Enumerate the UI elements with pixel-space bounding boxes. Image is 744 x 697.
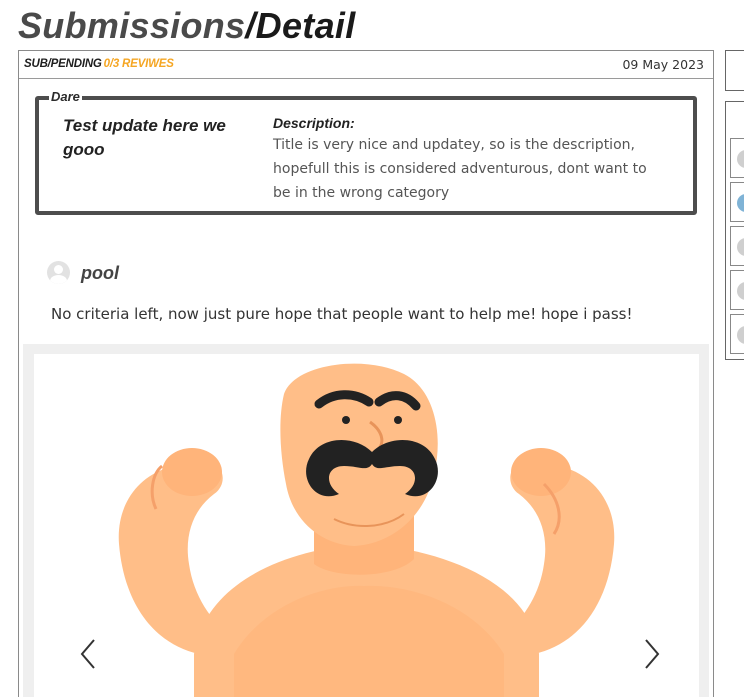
- reviewer-avatar: [737, 238, 744, 256]
- avatar[interactable]: [47, 261, 70, 284]
- reviewer-list: [725, 101, 744, 360]
- reviewer-avatar: [737, 326, 744, 344]
- submission-card: SUB/PENDING 0/3 REVIWES 09 May 2023 Dare …: [18, 50, 714, 697]
- breadcrumb-submissions[interactable]: Submissions: [18, 5, 245, 46]
- chevron-left-icon: [80, 639, 95, 669]
- reviewer-item[interactable]: [730, 314, 744, 354]
- submission-date: 09 May 2023: [622, 57, 704, 72]
- reviewer-item[interactable]: [730, 270, 744, 310]
- page-title: Submissions/Detail: [18, 4, 356, 48]
- author-name[interactable]: pool: [81, 261, 119, 285]
- status-badge: SUB/PENDING 0/3 REVIWES: [24, 58, 174, 70]
- status-text: SUB/PENDING: [24, 58, 102, 70]
- chevron-right-icon: [645, 639, 660, 669]
- reviewer-item[interactable]: [730, 182, 744, 222]
- reviewer-item[interactable]: [730, 138, 744, 178]
- submission-image[interactable]: [34, 354, 699, 697]
- dare-legend: Dare: [49, 89, 82, 105]
- breadcrumb-separator: /: [245, 5, 256, 46]
- dare-box: Dare Test update here we gooo Descriptio…: [35, 89, 697, 215]
- side-panel-header: [725, 50, 744, 91]
- dare-title: Test update here we gooo: [63, 116, 226, 159]
- reviewer-item[interactable]: [730, 226, 744, 266]
- reviewer-avatar: [737, 282, 744, 300]
- carousel-next-button[interactable]: [638, 636, 666, 672]
- reviewer-avatar: [737, 194, 744, 212]
- carousel-prev-button[interactable]: [74, 636, 102, 672]
- card-header: SUB/PENDING 0/3 REVIWES 09 May 2023: [19, 51, 713, 79]
- avatar-head: [54, 265, 63, 274]
- review-count: 0/3 REVIWES: [103, 58, 174, 70]
- description-label: Description:: [273, 115, 355, 131]
- reviewer-avatar: [737, 150, 744, 168]
- avatar-shoulders: [50, 275, 67, 284]
- breadcrumb-detail: Detail: [255, 5, 356, 46]
- submission-comment: No criteria left, now just pure hope tha…: [51, 305, 633, 323]
- description-text: Title is very nice and updatey, so is th…: [273, 137, 647, 201]
- strongman-illustration: [118, 363, 615, 697]
- image-carousel: [23, 344, 709, 697]
